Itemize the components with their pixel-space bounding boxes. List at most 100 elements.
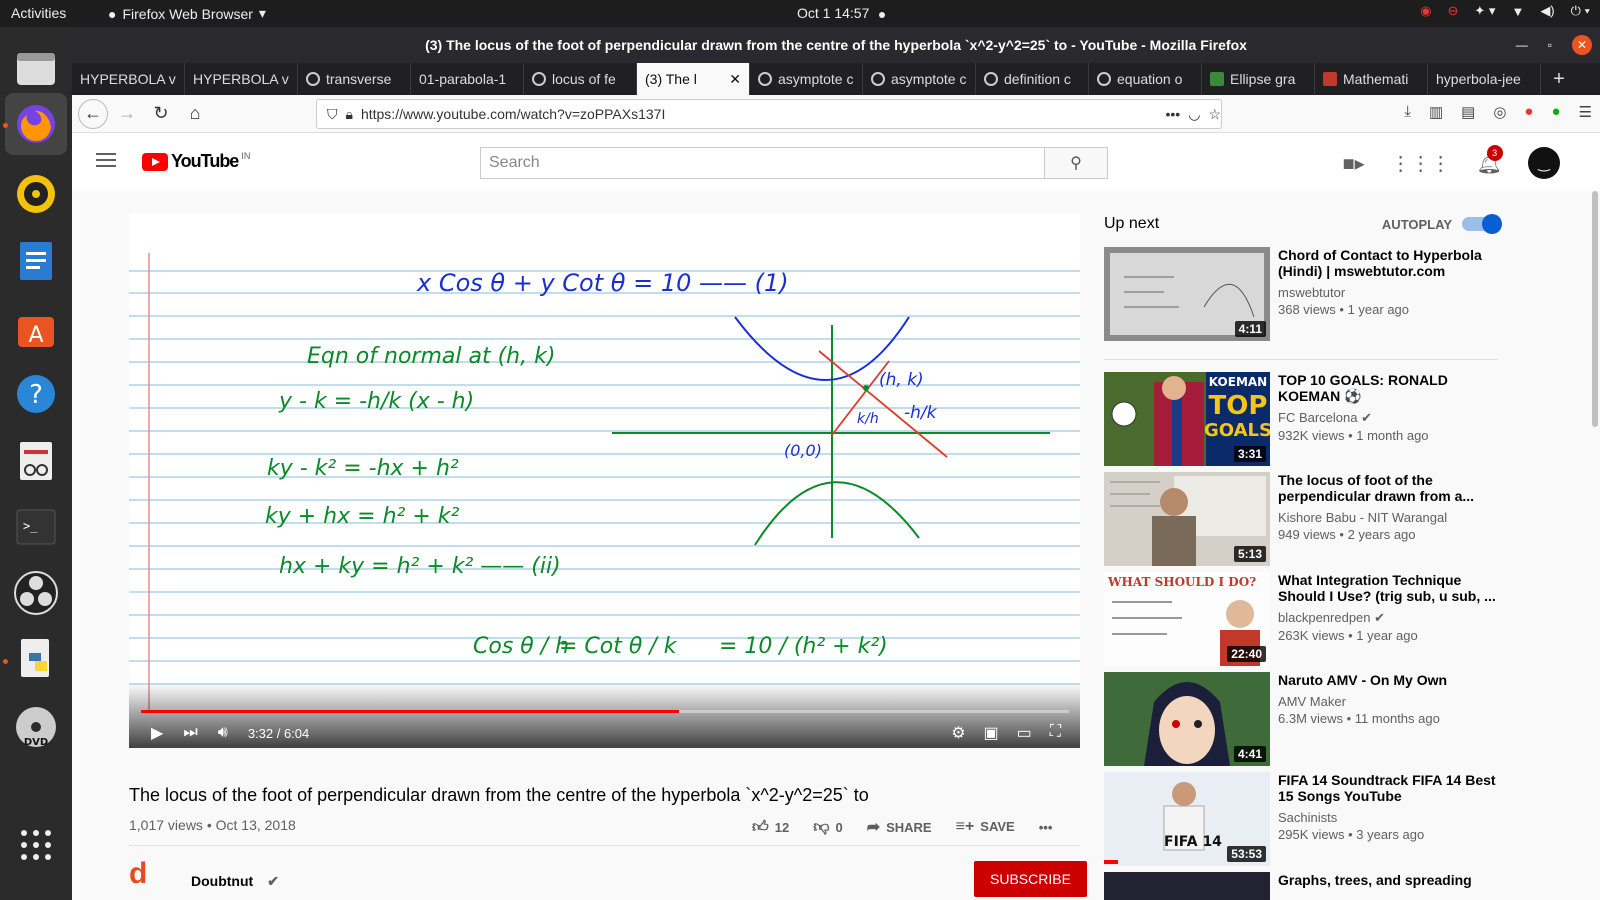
avatar[interactable]: ‿ [1528, 147, 1560, 179]
show-apps-icon[interactable] [12, 821, 60, 869]
maximize-icon[interactable]: ▫ [1548, 38, 1552, 52]
forward-arrow-icon[interactable]: → [112, 99, 142, 129]
thumbnail[interactable]: 5:13 [1104, 472, 1270, 566]
like-button[interactable]: 👍︎ 12 [752, 818, 789, 837]
scrollbar-thumb[interactable] [1592, 191, 1598, 427]
apps-grid-icon[interactable]: ⋮⋮⋮ [1391, 151, 1451, 176]
library-icon[interactable]: ▥ [1429, 103, 1443, 121]
terminal-icon[interactable]: >_ [12, 503, 60, 551]
browser-tab[interactable]: transverse [298, 63, 411, 95]
search-button[interactable]: ⚲ [1044, 147, 1108, 179]
dvd-icon[interactable]: DVD [12, 703, 60, 751]
more-actions-icon[interactable]: ••• [1166, 106, 1181, 122]
screenshot-viewer-icon[interactable] [12, 437, 60, 485]
page-scrollbar[interactable] [1590, 191, 1600, 431]
window-titlebar[interactable]: (3) The locus of the foot of perpendicul… [72, 27, 1600, 63]
system-tray[interactable]: ◉ ⊖ ✦ ▾ ▼ ◀) ⏻ ▾ [1420, 3, 1590, 19]
shield-icon[interactable]: ⛉ [327, 106, 338, 123]
python-icon[interactable] [12, 636, 60, 684]
miniplayer-icon[interactable]: ▣ [984, 723, 999, 743]
progress-bar[interactable] [141, 710, 1069, 713]
browser-tab[interactable]: HYPERBOLA v [72, 63, 185, 95]
volume-icon[interactable]: 🔊︎ [218, 724, 228, 742]
fullscreen-icon[interactable]: ⛶ [1050, 723, 1061, 743]
next-icon[interactable]: ⏭ [183, 724, 197, 742]
recommendation-item[interactable]: WHAT SHOULD I DO? 22:40 What Integration… [1104, 572, 1498, 666]
close-window-icon[interactable]: ✕ [1572, 35, 1592, 55]
menu-icon[interactable]: ☰ [1579, 103, 1592, 121]
back-arrow-icon[interactable]: ← [78, 98, 108, 129]
extension-red-icon[interactable]: ● [1524, 103, 1533, 121]
reload-icon[interactable]: ↻ [146, 99, 176, 129]
autoplay-toggle[interactable] [1462, 214, 1502, 234]
thumbnail[interactable]: 4:11 [1104, 247, 1270, 341]
thumbnail[interactable]: WHAT SHOULD I DO? 22:40 [1104, 572, 1270, 666]
url-text[interactable]: https://www.youtube.com/watch?v=zoPPAXs1… [361, 106, 1158, 122]
share-button[interactable]: ➦ SHARE [867, 817, 932, 837]
browser-tab[interactable]: definition c [976, 63, 1089, 95]
browser-tab[interactable]: HYPERBOLA v [185, 63, 298, 95]
firefox-dock-icon[interactable] [5, 93, 67, 155]
channel-name[interactable]: Doubtnut [191, 873, 253, 889]
accessibility-icon[interactable]: ✦ ▾ [1474, 3, 1495, 19]
play-icon[interactable]: ▶ [151, 723, 163, 743]
more-actions-button[interactable]: ••• [1039, 820, 1053, 835]
files-icon[interactable] [12, 44, 60, 92]
recommendation-item[interactable]: Graphs, trees, and spreading [1104, 872, 1498, 900]
rhythmbox-icon[interactable] [12, 170, 60, 218]
clock[interactable]: Oct 1 14:57 [797, 5, 886, 21]
browser-tab[interactable]: hyperbola-jee [1428, 63, 1541, 95]
account-icon[interactable]: ◎ [1493, 103, 1506, 121]
guide-menu-icon[interactable] [96, 153, 116, 171]
thumbnail[interactable]: 4:41 [1104, 672, 1270, 766]
software-center-icon[interactable]: A [12, 304, 60, 352]
browser-tab[interactable]: locus of fe [524, 63, 637, 95]
thumbnail[interactable]: KOEMAN TOP GOALS 3:31 [1104, 372, 1270, 466]
video-player[interactable]: x Cos θ + y Cot θ = 10 —— (1) Eqn of nor… [129, 213, 1080, 748]
recommendation-item[interactable]: KOEMAN TOP GOALS 3:31 TOP 10 GOALS: RONA… [1104, 372, 1498, 466]
browser-tab[interactable]: equation o [1089, 63, 1202, 95]
home-icon[interactable]: ⌂ [180, 99, 210, 129]
recommendation-item[interactable]: 4:41 Naruto AMV - On My Own AMV Maker 6.3M… [1104, 672, 1498, 766]
lock-icon[interactable]: 🔒︎ [346, 106, 353, 123]
help-icon[interactable]: ? [12, 370, 60, 418]
sidebar-icon[interactable]: ▤ [1461, 103, 1475, 121]
save-button[interactable]: ≡+ SAVE [956, 818, 1015, 836]
channel-logo-icon[interactable]: d [129, 857, 177, 900]
browser-tab[interactable]: asymptote c [863, 63, 976, 95]
dislike-button[interactable]: 👎︎ 0 [813, 818, 842, 837]
thumbnail[interactable] [1104, 872, 1270, 900]
browser-tab[interactable]: ▶(3) The l✕ [72, 63, 750, 147]
obs-icon[interactable] [12, 569, 60, 617]
browser-tab[interactable]: Mathemati [1315, 63, 1428, 95]
thumbnail[interactable]: FIFA 14 53:53 [1104, 772, 1270, 866]
search-input[interactable]: Search [480, 147, 1046, 179]
theater-mode-icon[interactable]: ▭ [1017, 723, 1032, 743]
create-video-icon[interactable]: ■▸ [1342, 151, 1364, 176]
recommendation-item[interactable]: 5:13 The locus of foot of the perpendicu… [1104, 472, 1498, 566]
subscribe-button[interactable]: SUBSCRIBE [974, 861, 1087, 897]
recommendation-item[interactable]: 4:11 Chord of Contact to Hyperbola (Hind… [1104, 247, 1498, 341]
autoplay-control[interactable]: AUTOPLAY [1382, 214, 1502, 234]
recommendation-item[interactable]: FIFA 14 53:53 FIFA 14 Soundtrack FIFA 14… [1104, 772, 1498, 866]
url-bar[interactable]: ⛉ 🔒︎ https://www.youtube.com/watch?v=zoP… [316, 99, 1222, 129]
new-tab-button[interactable]: + [1541, 63, 1577, 95]
wifi-icon[interactable]: ▼ [1511, 4, 1524, 19]
bookmark-star-icon[interactable]: ☆ [1208, 106, 1221, 123]
volume-icon[interactable]: ◀) [1540, 3, 1554, 19]
writer-icon[interactable] [12, 237, 60, 285]
browser-tab[interactable]: Ellipse gra [1202, 63, 1315, 95]
browser-tab[interactable]: asymptote c [750, 63, 863, 95]
close-tab-icon[interactable]: ✕ [729, 71, 741, 88]
notifications-bell-icon[interactable]: 🔔︎ 3 [1477, 144, 1503, 176]
power-icon[interactable]: ⏻ ▾ [1571, 3, 1590, 19]
stop-tray-icon[interactable]: ⊖ [1448, 3, 1459, 19]
youtube-logo[interactable]: YouTube IN [142, 151, 250, 172]
app-menu[interactable]: ● Firefox Web Browser ▾ [108, 5, 266, 22]
settings-gear-icon[interactable]: ⚙ [951, 723, 965, 743]
downloads-icon[interactable]: ⤓ [1404, 103, 1411, 121]
browser-tab[interactable]: 01-parabola-1 [411, 63, 524, 95]
activities-button[interactable]: Activities [11, 5, 66, 21]
extension-green-icon[interactable]: ● [1551, 103, 1560, 121]
pocket-icon[interactable]: ◡ [1188, 106, 1200, 123]
